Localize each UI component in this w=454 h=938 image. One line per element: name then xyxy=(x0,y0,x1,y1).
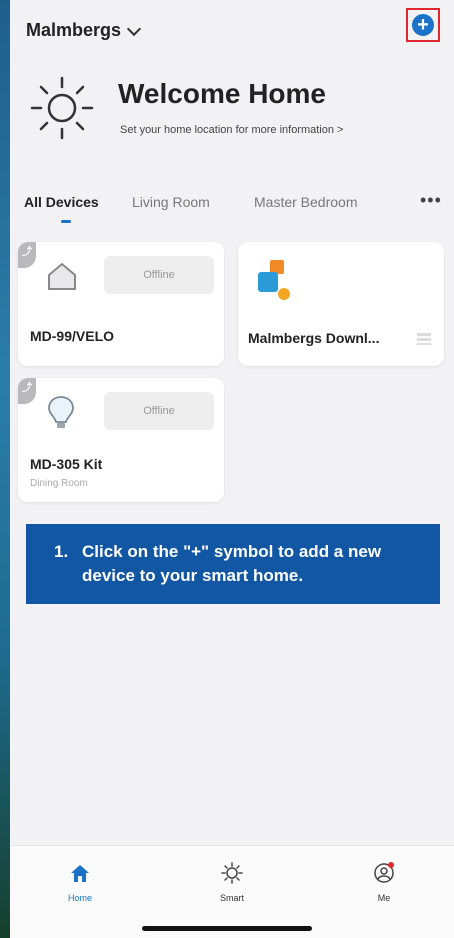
active-tab-indicator xyxy=(61,220,71,223)
tab-master-bedroom[interactable]: Master Bedroom xyxy=(254,194,357,210)
sun-icon xyxy=(221,862,243,884)
nav-smart[interactable]: Smart xyxy=(192,862,272,903)
welcome-title: Welcome Home xyxy=(118,78,326,109)
device-grid-icon xyxy=(417,333,431,345)
tab-all-devices[interactable]: All Devices xyxy=(24,194,99,210)
device-card[interactable]: Malmbergs Downl... xyxy=(238,242,444,366)
device-card[interactable]: ⤴ Offline MD-99/VELO xyxy=(18,242,224,366)
nav-me-label: Me xyxy=(377,893,391,903)
share-badge: ⤴ xyxy=(18,242,36,268)
nav-me[interactable]: Me xyxy=(344,862,424,903)
status-badge: Offline xyxy=(104,256,214,294)
device-name: MD-305 Kit xyxy=(30,456,103,472)
nav-smart-label: Smart xyxy=(219,893,244,903)
plus-icon: + xyxy=(417,14,429,36)
room-tabs: All Devices Living Room Master Bedroom •… xyxy=(10,190,454,230)
house-device-icon xyxy=(48,263,76,290)
step-number: 1. xyxy=(54,542,69,561)
top-bar: Malmbergs + xyxy=(10,0,454,60)
instruction-callout: 1. Click on the "+" symbol to add a new … xyxy=(26,524,440,604)
chevron-down-icon xyxy=(126,21,142,36)
home-icon xyxy=(71,865,89,882)
nav-home-label: Home xyxy=(67,893,92,903)
profile-icon xyxy=(374,862,394,883)
home-selector[interactable]: Malmbergs xyxy=(26,20,142,41)
bulb-icon xyxy=(48,396,74,428)
nav-home[interactable]: Home xyxy=(40,862,120,903)
tab-living-room[interactable]: Living Room xyxy=(132,194,210,210)
home-name: Malmbergs xyxy=(26,20,122,40)
sun-icon xyxy=(30,76,94,140)
status-badge: Offline xyxy=(104,392,214,430)
app-logo-icon xyxy=(258,260,290,300)
set-location-link[interactable]: Set your home location for more informat… xyxy=(120,124,343,136)
more-icon[interactable]: ••• xyxy=(420,190,442,211)
home-indicator[interactable] xyxy=(142,926,312,931)
device-name: Malmbergs Downl... xyxy=(248,330,380,346)
instruction-text: Click on the "+" symbol to add a new dev… xyxy=(82,542,382,585)
bottom-nav: Home Smart Me xyxy=(10,845,454,938)
device-room: Dining Room xyxy=(30,478,88,489)
add-device-button[interactable]: + xyxy=(412,14,434,36)
device-name: MD-99/VELO xyxy=(30,328,115,344)
add-device-highlight: + xyxy=(406,8,440,42)
device-card[interactable]: ⤴ Offline MD-305 Kit Dining Room xyxy=(18,378,224,502)
welcome-banner: Welcome Home Set your home location for … xyxy=(28,70,438,150)
share-badge: ⤴ xyxy=(18,378,36,404)
app-screen: Malmbergs + Welcome Home Set your home l… xyxy=(10,0,454,938)
